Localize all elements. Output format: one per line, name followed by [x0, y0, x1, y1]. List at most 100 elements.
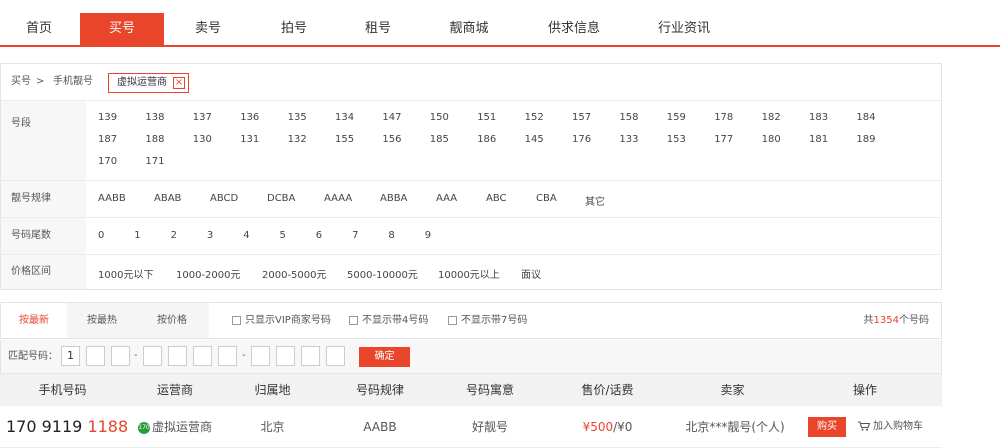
match-digit-9[interactable] [276, 346, 295, 366]
price-option[interactable]: 1000-2000元 [176, 266, 241, 281]
tail-option[interactable]: 6 [316, 230, 322, 241]
checkbox-vip-only[interactable] [232, 316, 241, 325]
segment-option[interactable]: 181 [809, 134, 828, 145]
segment-option[interactable]: 138 [145, 112, 164, 123]
nav-item-sell[interactable]: 卖号 [166, 13, 250, 45]
match-digit-2[interactable] [86, 346, 105, 366]
segment-option[interactable]: 134 [335, 112, 354, 123]
segment-option[interactable]: 187 [98, 134, 117, 145]
filter-row-price: 价格区间 1000元以下 1000-2000元 2000-5000元 5000-100… [1, 255, 941, 289]
segment-option[interactable]: 157 [572, 112, 591, 123]
nav-item-supply[interactable]: 供求信息 [530, 13, 618, 45]
segment-option[interactable]: 180 [762, 134, 781, 145]
pattern-option[interactable]: ABCD [210, 193, 238, 204]
segment-option[interactable]: 188 [145, 134, 164, 145]
nav-item-news[interactable]: 行业资讯 [640, 13, 728, 45]
match-digit-11[interactable] [326, 346, 345, 366]
match-digit-10[interactable] [301, 346, 320, 366]
segment-option[interactable]: 139 [98, 112, 117, 123]
segment-option[interactable]: 137 [193, 112, 212, 123]
segment-option[interactable]: 150 [430, 112, 449, 123]
match-digit-4[interactable] [143, 346, 162, 366]
segment-option[interactable]: 130 [193, 134, 212, 145]
price-option[interactable]: 面议 [521, 266, 541, 281]
match-digit-5[interactable] [168, 346, 187, 366]
segment-option[interactable]: 158 [619, 112, 638, 123]
match-digit-7[interactable] [218, 346, 237, 366]
pattern-option[interactable]: CBA [536, 193, 557, 204]
segment-option[interactable]: 131 [240, 134, 259, 145]
nav-item-auction[interactable]: 拍号 [252, 13, 336, 45]
match-digit-3[interactable] [111, 346, 130, 366]
segment-option[interactable]: 145 [525, 134, 544, 145]
pattern-option[interactable]: DCBA [267, 193, 295, 204]
segment-option[interactable]: 132 [288, 134, 307, 145]
tail-option[interactable]: 2 [171, 230, 177, 241]
segment-option[interactable]: 133 [619, 134, 638, 145]
breadcrumb-current[interactable]: 手机靓号 [53, 64, 93, 100]
segment-option[interactable]: 177 [714, 134, 733, 145]
price-option[interactable]: 10000元以上 [438, 266, 500, 281]
segment-option[interactable]: 184 [856, 112, 875, 123]
pattern-option[interactable]: ABBA [380, 193, 407, 204]
segment-option[interactable]: 156 [382, 134, 401, 145]
total-prefix: 共 [863, 315, 874, 326]
checkbox-hide-7-label: 不显示带7号码 [461, 315, 528, 326]
segment-option[interactable]: 186 [477, 134, 496, 145]
price-option[interactable]: 5000-10000元 [347, 266, 418, 281]
tail-option[interactable]: 1 [134, 230, 140, 241]
match-digit-6[interactable] [193, 346, 212, 366]
segment-option[interactable]: 136 [240, 112, 259, 123]
tail-option[interactable]: 8 [388, 230, 394, 241]
segment-option[interactable]: 185 [430, 134, 449, 145]
phone-number[interactable]: 170 9119 1188 [6, 406, 128, 448]
segment-option[interactable]: 183 [809, 112, 828, 123]
segment-option[interactable]: 151 [477, 112, 496, 123]
segment-option[interactable]: 176 [572, 134, 591, 145]
sort-tab-price[interactable]: 按价格 [137, 303, 207, 338]
nav-item-mall[interactable]: 靓商城 [426, 13, 512, 45]
tail-option[interactable]: 7 [352, 230, 358, 241]
tail-option[interactable]: 4 [243, 230, 249, 241]
seller-cell[interactable]: 北京***靓号(个人) [675, 406, 795, 448]
pattern-option[interactable]: AABB [98, 193, 126, 204]
tail-option[interactable]: 3 [207, 230, 213, 241]
phone-number-head: 170 9119 [6, 417, 83, 436]
add-to-cart-button[interactable]: 加入购物车 [858, 406, 923, 448]
pattern-option[interactable]: ABAB [154, 193, 181, 204]
segment-option[interactable]: 147 [382, 112, 401, 123]
confirm-button[interactable]: 确定 [359, 347, 410, 367]
tail-option[interactable]: 5 [280, 230, 286, 241]
pattern-option[interactable]: AAAA [324, 193, 352, 204]
pattern-option[interactable]: 其它 [585, 193, 605, 208]
segment-option[interactable]: 153 [667, 134, 686, 145]
pattern-option[interactable]: AAA [436, 193, 457, 204]
segment-option[interactable]: 178 [714, 112, 733, 123]
segment-option[interactable]: 189 [856, 134, 875, 145]
segment-option[interactable]: 182 [762, 112, 781, 123]
pattern-option[interactable]: ABC [486, 193, 507, 204]
nav-item-rent[interactable]: 租号 [336, 13, 420, 45]
match-digit-8[interactable] [251, 346, 270, 366]
tail-option[interactable]: 9 [425, 230, 431, 241]
buy-button[interactable]: 购买 [808, 417, 846, 437]
segment-option[interactable]: 135 [288, 112, 307, 123]
checkbox-hide-4[interactable] [349, 316, 358, 325]
sort-tab-newest[interactable]: 按最新 [1, 303, 67, 338]
segment-option[interactable]: 159 [667, 112, 686, 123]
segment-option[interactable]: 171 [145, 156, 164, 167]
segment-option[interactable]: 170 [98, 156, 117, 167]
nav-item-home[interactable]: 首页 [0, 13, 78, 45]
match-digit-1[interactable]: 1 [61, 346, 80, 366]
operator-logo-icon: 170 [137, 421, 150, 434]
breadcrumb-root[interactable]: 买号 [11, 64, 31, 100]
segment-option[interactable]: 155 [335, 134, 354, 145]
tail-option[interactable]: 0 [98, 230, 104, 241]
nav-item-buy[interactable]: 买号 [80, 13, 164, 45]
sort-tab-hottest[interactable]: 按最热 [67, 303, 137, 338]
close-icon[interactable]: × [173, 77, 185, 89]
price-option[interactable]: 2000-5000元 [262, 266, 327, 281]
checkbox-hide-7[interactable] [448, 316, 457, 325]
segment-option[interactable]: 152 [525, 112, 544, 123]
price-option[interactable]: 1000元以下 [98, 266, 153, 281]
